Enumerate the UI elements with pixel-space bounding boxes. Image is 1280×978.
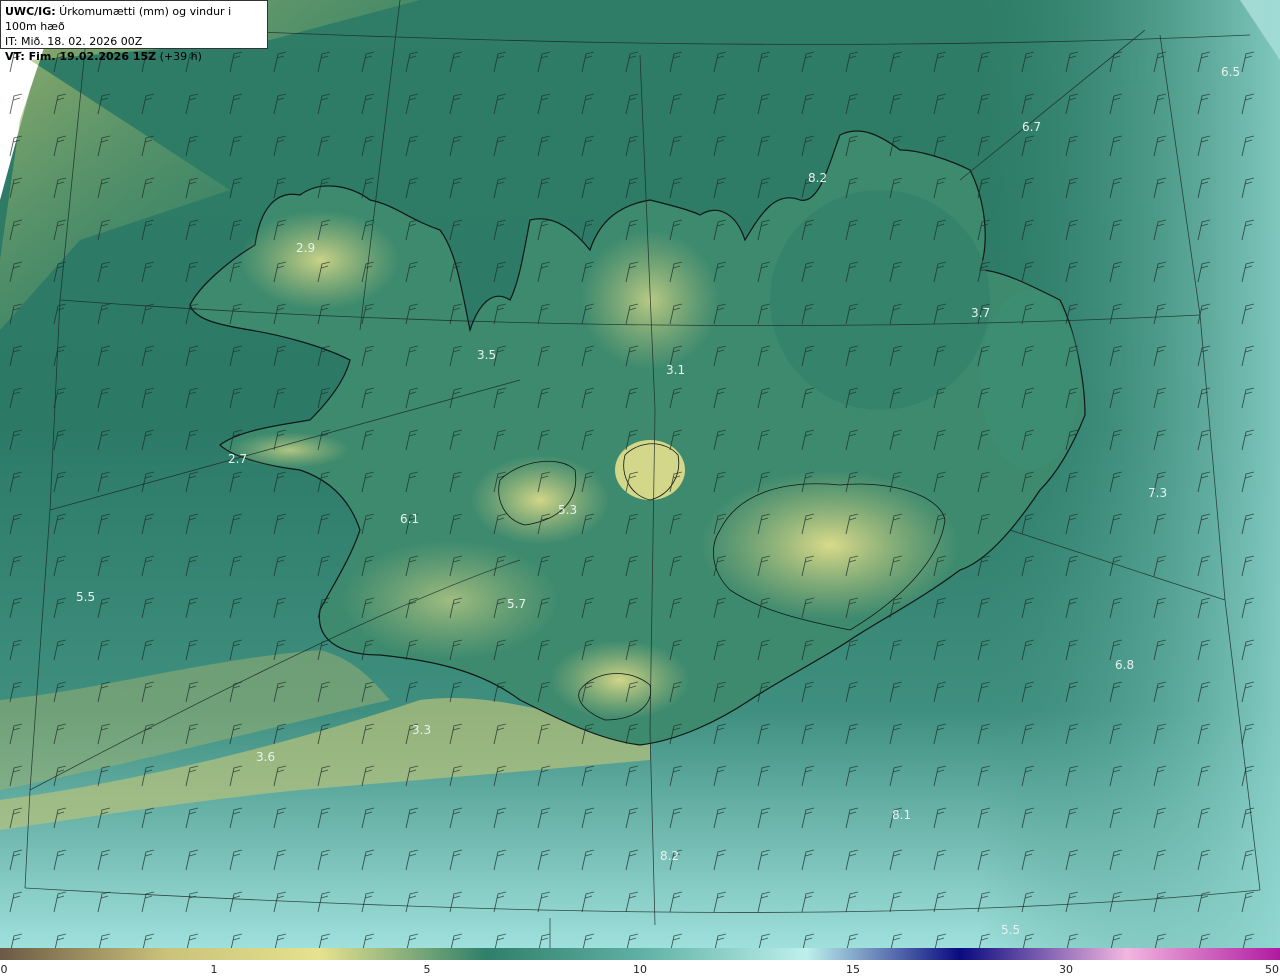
value-label: 8.2 [808,171,827,185]
value-label: 6.8 [1115,658,1134,672]
colorbar-tick: 1 [210,963,218,976]
colorbar-tick: 15 [846,963,860,976]
value-label: 3.3 [412,723,431,737]
value-label: 6.1 [400,512,419,526]
value-label: 6.7 [1022,120,1041,134]
valid-time: VT: Fim. 19.02.2026 15Z (+39 h) [5,49,263,64]
precipitation-wind-map: 2.9 3.5 3.1 3.7 8.2 6.7 6.5 2.7 6.1 5.3 … [0,0,1280,948]
colorbar-tick: 5 [423,963,431,976]
colorbar: 0 1 5 10 15 30 50 [0,948,1280,978]
colorbar-tick: 50 [1265,963,1279,976]
value-label: 3.6 [256,750,275,764]
model-name: UWC/IG: [5,5,56,18]
value-label: 2.9 [296,241,315,255]
map-info-box: UWC/IG: Úrkomumætti (mm) og vindur i 100… [0,0,268,63]
value-label: 8.1 [892,808,911,822]
value-label: 2.7 [228,452,247,466]
value-label: 3.1 [666,363,685,377]
colorbar-gradient [0,948,1280,960]
value-label: 6.5 [1221,65,1240,79]
lead-time: (+39 h) [156,50,202,63]
value-label: 5.5 [76,590,95,604]
wind-barbs [0,40,1280,948]
valid-time-date: VT: Fim. 19.02.2026 15Z [5,50,157,63]
value-label: 5.3 [558,503,577,517]
init-time: IT: Mið. 18. 02. 2026 00Z [5,35,143,48]
colorbar-tick: 0 [0,963,8,976]
map-title: UWC/IG: Úrkomumætti (mm) og vindur i 100… [5,4,263,34]
value-label: 3.7 [971,306,990,320]
colorbar-tick: 10 [633,963,647,976]
value-label: 5.5 [1001,923,1020,937]
value-label: 8.2 [660,849,679,863]
value-label: 7.3 [1148,486,1167,500]
colorbar-tick: 30 [1059,963,1073,976]
value-label: 3.5 [477,348,496,362]
value-label: 5.7 [507,597,526,611]
